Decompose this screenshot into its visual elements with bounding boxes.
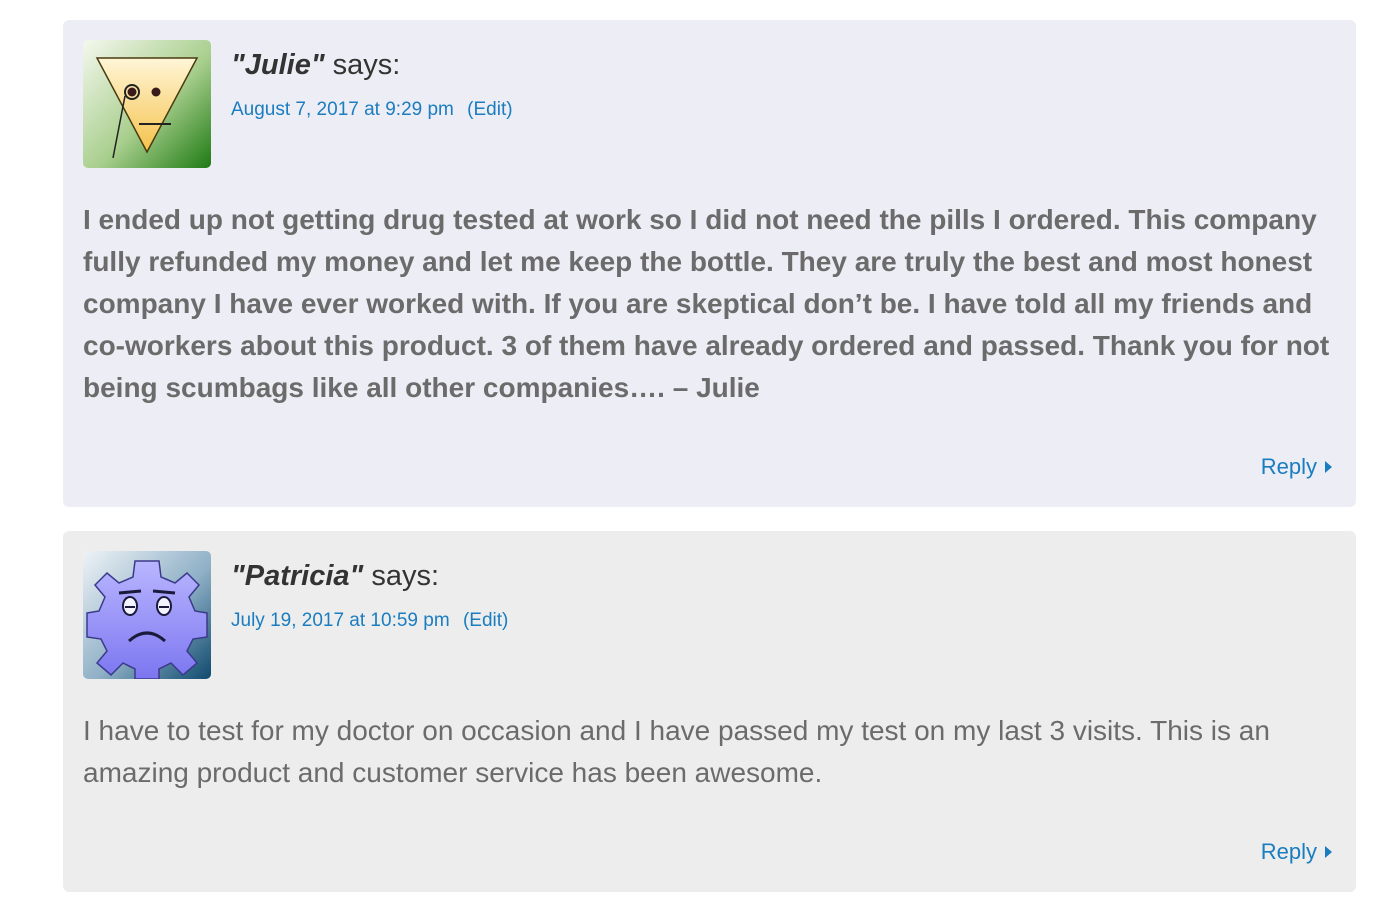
caret-right-icon [1325, 846, 1332, 858]
reply-link[interactable]: Reply [1261, 839, 1332, 865]
comment-author-line: "Patricia" says: [231, 560, 439, 593]
comment-date-link[interactable]: August 7, 2017 at 9:29 pm [231, 99, 454, 120]
reply-label: Reply [1260, 454, 1317, 479]
comment-card: "Julie" says: August 7, 2017 at 9:29 pm … [63, 20, 1356, 507]
says-label: says: [371, 560, 440, 592]
reply-label: Reply [1260, 839, 1317, 864]
says-label: says: [332, 49, 401, 81]
edit-link[interactable]: (Edit) [463, 610, 508, 631]
comment-text: I ended up not getting drug tested at wo… [83, 204, 1330, 403]
caret-right-icon [1325, 461, 1332, 473]
comment-author: "Julie" [231, 49, 325, 81]
comment-meta: August 7, 2017 at 9:29 pm (Edit) [231, 99, 513, 121]
wavatar-gear-face-icon [83, 551, 211, 679]
wavatar-triangle-face-icon [83, 40, 211, 168]
reply-link[interactable]: Reply [1261, 454, 1332, 480]
comment-text: I have to test for my doctor on occasion… [83, 715, 1270, 788]
comment-date-link[interactable]: July 19, 2017 at 10:59 pm [231, 610, 450, 631]
comment-author: "Patricia" [231, 560, 364, 592]
edit-link[interactable]: (Edit) [467, 99, 512, 120]
comment-author-line: "Julie" says: [231, 49, 400, 82]
comment-card: "Patricia" says: July 19, 2017 at 10:59 … [63, 531, 1356, 892]
comment-meta: July 19, 2017 at 10:59 pm (Edit) [231, 610, 508, 632]
